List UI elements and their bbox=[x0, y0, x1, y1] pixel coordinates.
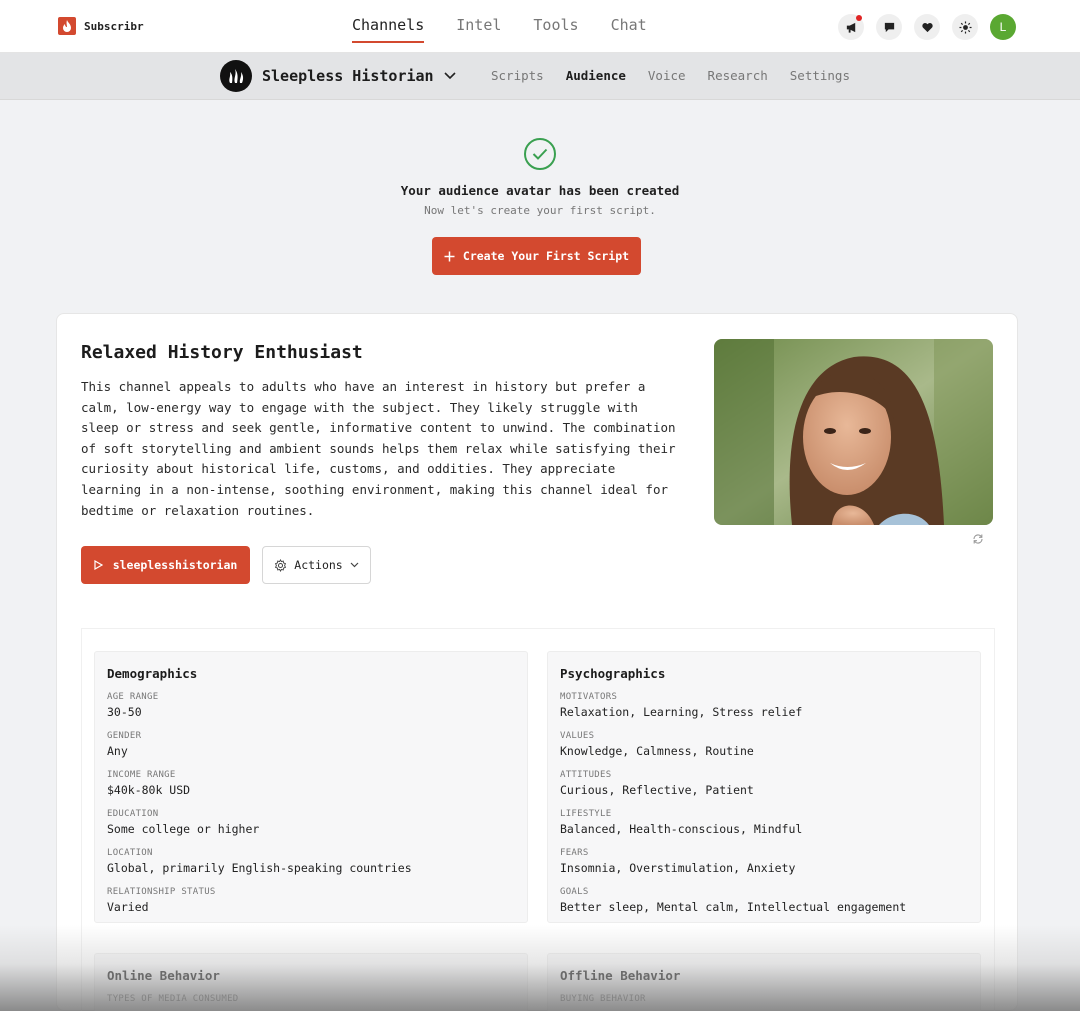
success-subtitle: Now let's create your first script. bbox=[424, 204, 656, 217]
favorites-button[interactable] bbox=[914, 14, 940, 40]
field-lifestyle: Lifestyle Balanced, Health-conscious, Mi… bbox=[560, 809, 803, 836]
channel-selector[interactable]: Sleepless Historian bbox=[220, 60, 456, 92]
persona-title: Relaxed History Enthusiast bbox=[81, 342, 363, 363]
field-attitudes: Attitudes Curious, Reflective, Patient bbox=[560, 770, 754, 797]
field-fears: Fears Insomnia, Overstimulation, Anxiety bbox=[560, 848, 796, 875]
check-circle-icon bbox=[524, 138, 556, 170]
actions-label: Actions bbox=[294, 558, 343, 572]
megaphone-icon bbox=[846, 22, 855, 33]
tab-audience[interactable]: Audience bbox=[566, 68, 626, 83]
plus-icon bbox=[444, 251, 455, 261]
channel-name: Sleepless Historian bbox=[262, 67, 434, 85]
announcements-button[interactable] bbox=[838, 14, 864, 40]
gear-icon bbox=[275, 558, 287, 572]
online-behavior-title: Online Behavior bbox=[107, 968, 220, 983]
field-goals: Goals Better sleep, Mental calm, Intelle… bbox=[560, 887, 907, 914]
main-nav: Channels Intel Tools Chat bbox=[352, 16, 647, 43]
flames-icon bbox=[220, 60, 252, 92]
top-navbar: Subscribr Channels Intel Tools Chat L bbox=[0, 0, 1080, 53]
field-buying-behavior: Buying Behavior bbox=[560, 994, 646, 1004]
chevron-down-icon bbox=[444, 72, 456, 80]
field-relationship-status: Relationship Status Varied bbox=[107, 887, 216, 914]
play-icon bbox=[94, 560, 103, 570]
brand-name: Subscribr bbox=[84, 19, 144, 33]
persona-photo bbox=[714, 339, 993, 525]
chat-button[interactable] bbox=[876, 14, 902, 40]
offline-behavior-title: Offline Behavior bbox=[560, 968, 681, 983]
field-age-range: Age Range 30-50 bbox=[107, 692, 159, 719]
success-title: Your audience avatar has been created bbox=[400, 183, 680, 198]
success-message: Your audience avatar has been created No… bbox=[0, 138, 1080, 217]
brand[interactable]: Subscribr bbox=[58, 17, 144, 35]
field-motivators: Motivators Relaxation, Learning, Stress … bbox=[560, 692, 803, 719]
notification-dot bbox=[856, 15, 862, 21]
field-location: Location Global, primarily English-speak… bbox=[107, 848, 412, 875]
create-first-script-label: Create Your First Script bbox=[462, 249, 630, 263]
field-media-consumed: Types of Media Consumed bbox=[107, 994, 239, 1004]
sun-icon bbox=[958, 20, 972, 34]
top-icons: L bbox=[838, 14, 1016, 40]
channel-subnav: Sleepless Historian Scripts Audience Voi… bbox=[0, 53, 1080, 100]
main-nav-intel[interactable]: Intel bbox=[456, 16, 501, 43]
youtube-channel-button[interactable]: sleeplesshistorian bbox=[81, 546, 250, 584]
persona-description: This channel appeals to adults who have … bbox=[81, 379, 676, 518]
create-first-script-button[interactable]: Create Your First Script bbox=[432, 237, 641, 275]
psychographics-panel: Psychographics Motivators Relaxation, Le… bbox=[547, 651, 981, 923]
actions-dropdown-button[interactable]: Actions bbox=[262, 546, 371, 584]
main-nav-tools[interactable]: Tools bbox=[533, 16, 578, 43]
chevron-down-icon bbox=[350, 562, 359, 568]
user-avatar[interactable]: L bbox=[990, 14, 1016, 40]
field-income-range: Income Range $40k-80k USD bbox=[107, 770, 191, 797]
tab-research[interactable]: Research bbox=[708, 68, 768, 83]
sub-nav: Scripts Audience Voice Research Settings bbox=[491, 68, 850, 83]
heart-icon bbox=[921, 22, 933, 32]
theme-toggle-button[interactable] bbox=[952, 14, 978, 40]
main-nav-channels[interactable]: Channels bbox=[352, 16, 425, 43]
audience-details: Demographics Age Range 30-50 Gender Any … bbox=[81, 628, 995, 1011]
online-behavior-panel: Online Behavior Types of Media Consumed bbox=[94, 953, 528, 1011]
field-education: Education Some college or higher bbox=[107, 809, 260, 836]
chat-icon bbox=[884, 22, 894, 32]
persona-card: Relaxed History Enthusiast This channel … bbox=[56, 313, 1018, 1011]
offline-behavior-panel: Offline Behavior Buying Behavior bbox=[547, 953, 981, 1011]
psychographics-title: Psychographics bbox=[560, 666, 666, 681]
tab-settings[interactable]: Settings bbox=[790, 68, 850, 83]
refresh-icon[interactable] bbox=[972, 533, 984, 545]
tab-voice[interactable]: Voice bbox=[648, 68, 686, 83]
field-gender: Gender Any bbox=[107, 731, 142, 758]
demographics-panel: Demographics Age Range 30-50 Gender Any … bbox=[94, 651, 528, 923]
demographics-title: Demographics bbox=[107, 666, 198, 681]
flame-icon bbox=[58, 17, 76, 35]
tab-scripts[interactable]: Scripts bbox=[491, 68, 544, 83]
main-nav-chat[interactable]: Chat bbox=[611, 16, 647, 43]
field-values: Values Knowledge, Calmness, Routine bbox=[560, 731, 754, 758]
youtube-channel-label: sleeplesshistorian bbox=[112, 558, 238, 572]
